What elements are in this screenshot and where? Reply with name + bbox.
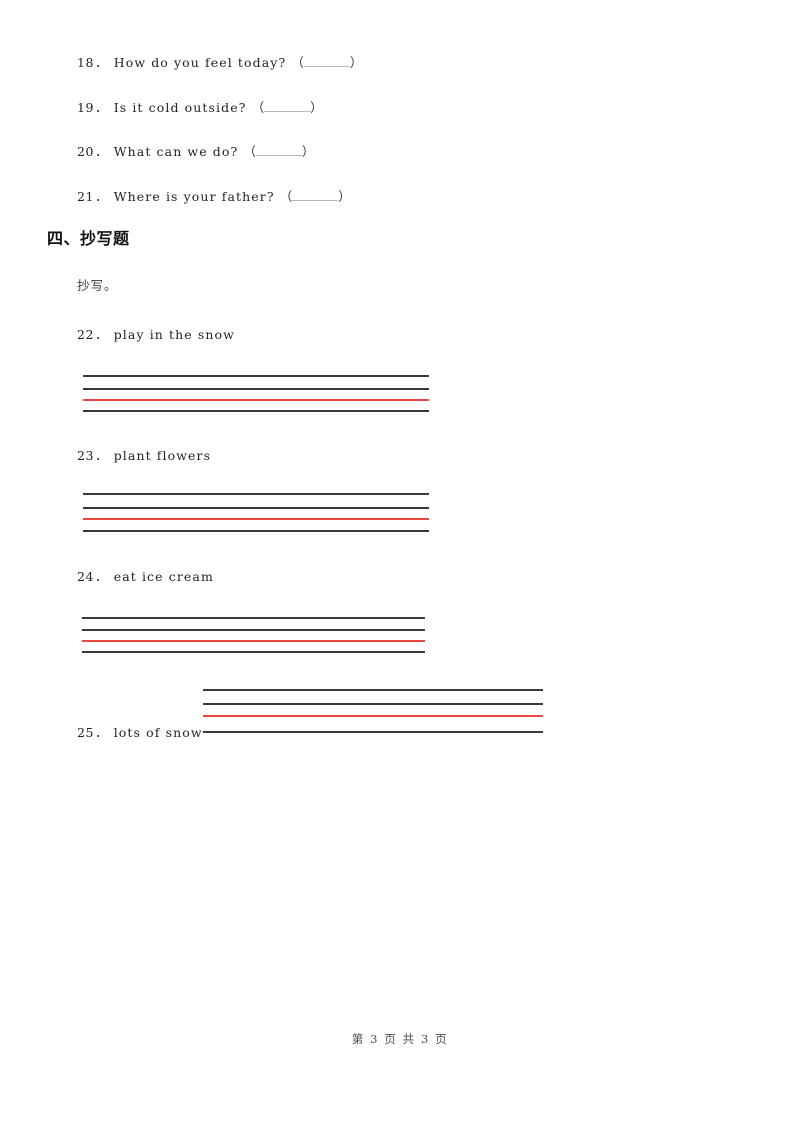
guide-rule-upper-middle [203,703,543,705]
copy-item-label: 24． eat ice cream [77,569,214,584]
answer-open-paren: （ [243,144,256,159]
answer-blank[interactable] [303,66,350,67]
guide-rule-bottom [203,731,543,733]
question-item: 19． Is it cold outside? （ ） [77,100,323,115]
question-text: Is it cold outside? [113,100,247,115]
document-page: 18． How do you feel today? （） 19． Is it … [0,0,800,1132]
copy-item-number: 24 [77,569,95,584]
question-text: Where is your father? [113,189,275,204]
question-text: How do you feel today? [113,55,287,70]
copy-item-label: 23． plant flowers [77,448,212,463]
question-item: 18． How do you feel today? （ ） [77,55,363,70]
question-number: 18 [77,55,95,70]
question-item: 20． What can we do? （ ） [77,144,315,159]
copy-item-separator: ． [95,327,108,342]
answer-blank[interactable] [264,111,311,112]
question-separator: ． [95,55,108,70]
handwriting-guide[interactable] [203,689,543,736]
answer-open-paren: （ [279,189,293,204]
handwriting-guide[interactable] [82,617,425,656]
section-heading: 四、抄写题 [47,231,130,248]
answer-close-paren: ） [310,100,323,115]
copy-item-text: lots of snow [113,725,203,740]
copy-item-text: plant flowers [113,448,212,463]
answer-open-paren: （ [251,100,265,115]
guide-rule-baseline-red [203,715,543,717]
guide-rule-upper-middle [82,629,425,631]
question-number: 20 [77,144,95,159]
question-text: What can we do? [113,144,239,159]
copy-item-number: 22 [77,327,95,342]
guide-rule-bottom [83,530,429,532]
guide-rule-baseline-red [83,399,429,401]
question-item: 21． Where is your father? （ ） [77,189,351,204]
handwriting-guide[interactable] [83,375,429,415]
copy-item-text: play in the snow [113,327,235,342]
guide-rule-baseline-red [83,518,429,520]
copy-item-number: 25 [77,725,95,740]
guide-rule-top [83,493,429,495]
guide-rule-top [203,689,543,691]
copy-item-text: eat ice cream [113,569,214,584]
copy-item-separator: ． [95,448,108,463]
handwriting-guide[interactable] [83,493,429,535]
guide-rule-baseline-red [82,640,425,642]
guide-rule-bottom [82,651,425,653]
copy-item-separator: ． [95,569,108,584]
answer-open-paren: （ [291,55,304,70]
guide-rule-upper-middle [83,507,429,509]
answer-close-paren: ） [301,144,315,159]
guide-rule-top [83,375,429,377]
guide-rule-upper-middle [83,388,429,390]
answer-blank[interactable] [255,155,302,156]
guide-rule-top [82,617,425,619]
copy-item-label: 22． play in the snow [77,327,235,342]
question-number: 21 [77,189,95,204]
answer-close-paren: ） [349,55,363,70]
page-footer: 第 3 页 共 3 页 [351,1032,449,1046]
question-number: 19 [77,100,95,115]
question-separator: ． [95,100,108,115]
guide-rule-bottom [83,410,429,412]
answer-close-paren: ） [338,189,351,204]
copy-item-number: 23 [77,448,95,463]
copy-item-separator: ． [95,725,108,740]
question-separator: ． [95,189,108,204]
answer-blank[interactable] [292,200,339,201]
question-separator: ． [95,144,108,159]
section-instruction: 抄写。 [77,278,118,293]
copy-item-label: 25． lots of snow [77,725,203,740]
